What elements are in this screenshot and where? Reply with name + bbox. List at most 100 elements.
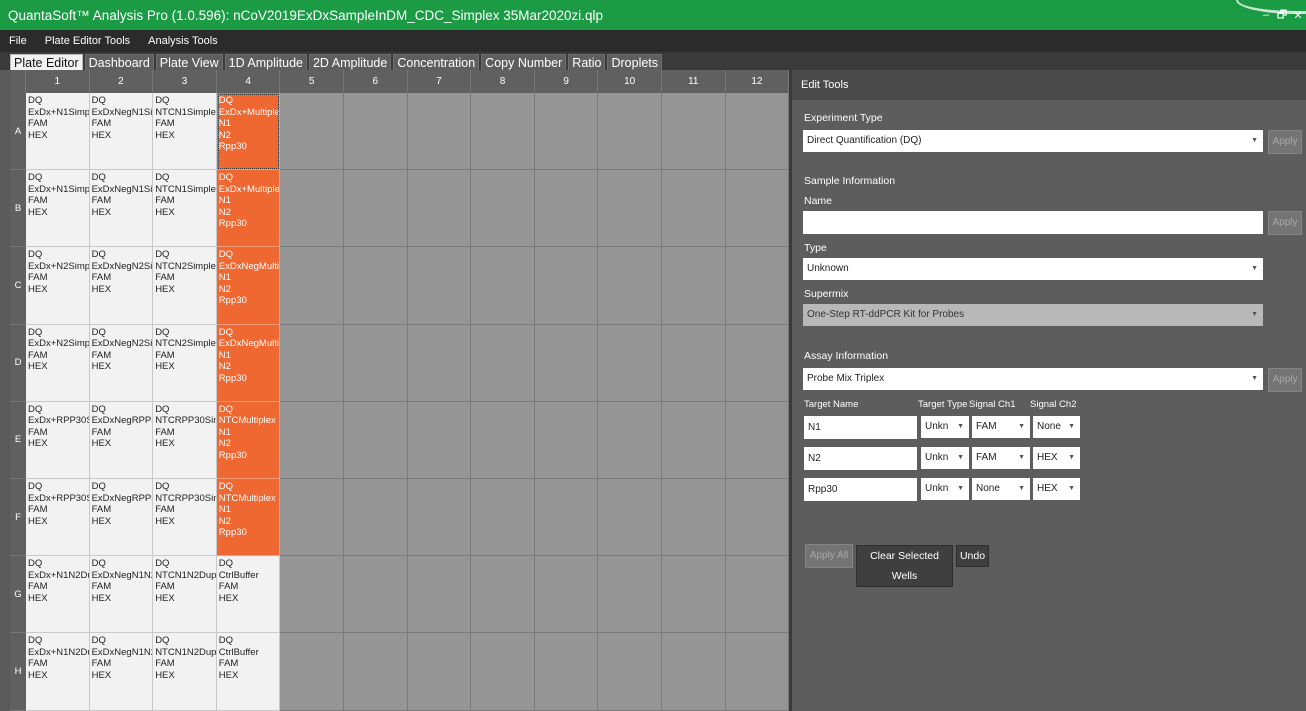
row-header[interactable]: C (10, 247, 26, 325)
plate-well[interactable] (598, 401, 662, 479)
plate-well[interactable] (598, 93, 662, 171)
plate-well[interactable]: DQExDx+RPP30SiiFAMHEX (26, 479, 90, 557)
plate-well[interactable] (534, 479, 599, 557)
plate-well[interactable]: DQ ExDxNegN1Sin FAM HEX (89, 170, 154, 248)
plate-well[interactable] (344, 401, 408, 479)
plate-well[interactable] (471, 401, 535, 479)
plate-well[interactable]: DQ NTCN2Simplex FAM HEX (153, 247, 217, 325)
plate-well[interactable] (725, 93, 790, 171)
plate-well[interactable]: DQNTCRPP30SimpFAMHEX (153, 479, 217, 557)
plate-well[interactable] (280, 247, 344, 325)
row-header[interactable]: B (10, 170, 26, 248)
plate-well[interactable]: DQ NTCN1Simplex FAM HEX (153, 93, 217, 171)
plate-well[interactable] (471, 93, 535, 171)
column-header[interactable]: 11 (662, 70, 726, 93)
tab-dashboard[interactable]: Dashboard (84, 54, 154, 70)
row-header[interactable]: A (10, 93, 26, 171)
tab-plate-editor[interactable]: Plate Editor (10, 54, 83, 70)
signal-ch2-select[interactable]: None ▼ (1033, 416, 1080, 438)
plate-well[interactable] (407, 170, 472, 248)
assay-select[interactable]: Probe Mix Triplex ▼ (803, 368, 1263, 390)
column-header[interactable]: 2 (89, 70, 154, 93)
plate-well[interactable] (598, 170, 662, 248)
tab-concentration[interactable]: Concentration (393, 54, 480, 70)
plate-well[interactable]: DQ CtrlBuffer FAM HEX (216, 556, 281, 634)
row-header[interactable]: G (10, 556, 26, 634)
tab-2d-amplitude[interactable]: 2D Amplitude (308, 54, 392, 70)
plate-well[interactable]: DQ ExDx+N1Simpl FAM HEX (26, 170, 90, 248)
plate-well[interactable] (280, 170, 344, 248)
menu-plate-editor-tools[interactable]: Plate Editor Tools (36, 30, 139, 52)
plate-well[interactable] (662, 93, 726, 171)
plate-well[interactable]: DQ ExDxNegN1N2 FAM HEX (89, 633, 154, 711)
plate-well[interactable] (725, 401, 790, 479)
plate-well[interactable]: DQ ExDx+N1N2Du FAM HEX (26, 633, 90, 711)
plate-well[interactable] (725, 247, 790, 325)
plate-well[interactable]: DQ ExDxNegN1N2 FAM HEX (89, 556, 154, 634)
plate-well[interactable] (471, 247, 535, 325)
plate-well[interactable]: DQ ExDxNegN1Sin FAM HEX (89, 93, 154, 171)
plate-well[interactable] (344, 93, 408, 171)
menu-file[interactable]: File (0, 30, 36, 52)
column-header[interactable]: 7 (407, 70, 472, 93)
target-name-input[interactable]: N2 (804, 447, 917, 470)
plate-well[interactable] (598, 479, 662, 557)
plate-well[interactable] (598, 324, 662, 402)
close-icon[interactable]: ✕ (1290, 9, 1306, 22)
plate-well[interactable] (280, 556, 344, 634)
plate-well[interactable] (471, 324, 535, 402)
plate-well[interactable] (407, 401, 472, 479)
plate-well[interactable]: DQNTCRPP30SimpFAMHEX (153, 401, 217, 479)
column-header[interactable]: 5 (280, 70, 344, 93)
tab-droplets[interactable]: Droplets (607, 54, 663, 70)
signal-ch2-select[interactable]: HEX ▼ (1033, 447, 1080, 469)
target-name-input[interactable]: Rpp30 (804, 478, 917, 501)
plate-well[interactable]: DQExDxNegRPP3(FAMHEX (89, 401, 154, 479)
plate-well[interactable] (471, 633, 535, 711)
plate-well[interactable] (725, 556, 790, 634)
tab-1d-amplitude[interactable]: 1D Amplitude (224, 54, 307, 70)
target-type-select[interactable]: Unkn ▼ (921, 416, 969, 438)
tab-ratio[interactable]: Ratio (568, 54, 606, 70)
plate-well[interactable] (407, 479, 472, 557)
supermix-select[interactable]: One-Step RT-ddPCR Kit for Probes ▼ (803, 304, 1263, 326)
experiment-type-select[interactable]: Direct Quantification (DQ) ▼ (803, 130, 1263, 152)
signal-ch1-select[interactable]: FAM ▼ (972, 447, 1030, 469)
plate-well[interactable] (407, 633, 472, 711)
plate-well[interactable] (280, 479, 344, 557)
clear-selected-wells-button[interactable]: Clear Selected Wells (856, 545, 953, 587)
plate-well[interactable]: DQ ExDx+N1N2Du FAM HEX (26, 556, 90, 634)
plate-well[interactable]: DQ NTCMultiplex N1 N2 Rpp30 (216, 401, 281, 479)
plate-well[interactable] (471, 170, 535, 248)
plate-well[interactable] (725, 170, 790, 248)
plate-well[interactable]: DQ ExDxNegMultip N1 N2 Rpp30 (216, 324, 281, 402)
plate-well[interactable] (344, 247, 408, 325)
plate-well[interactable] (725, 633, 790, 711)
plate-well[interactable] (280, 401, 344, 479)
plate-well[interactable] (407, 556, 472, 634)
plate-well[interactable] (534, 401, 599, 479)
plate-well[interactable] (471, 479, 535, 557)
plate-well[interactable] (344, 556, 408, 634)
plate-well[interactable]: DQ CtrlBuffer FAM HEX (216, 633, 281, 711)
target-name-input[interactable]: N1 (804, 416, 917, 439)
plate-well[interactable] (344, 170, 408, 248)
plate-well[interactable] (662, 633, 726, 711)
plate-well[interactable] (662, 556, 726, 634)
tab-copy-number[interactable]: Copy Number (481, 54, 567, 70)
plate-well[interactable] (534, 170, 599, 248)
undo-button[interactable]: Undo (956, 545, 989, 567)
plate-well[interactable]: DQ NTCN1Simplex FAM HEX (153, 170, 217, 248)
plate-well[interactable]: DQ ExDx+Multiple N1 N2 Rpp30 (216, 170, 281, 248)
plate-well[interactable] (344, 479, 408, 557)
plate-well[interactable] (662, 247, 726, 325)
target-type-select[interactable]: Unkn ▼ (921, 478, 969, 500)
row-header[interactable]: E (10, 401, 26, 479)
plate-corner[interactable] (10, 70, 26, 93)
signal-ch1-select[interactable]: None ▼ (972, 478, 1030, 500)
plate-well[interactable] (662, 170, 726, 248)
plate-well[interactable]: DQ NTCN2Simplex FAM HEX (153, 324, 217, 402)
row-header[interactable]: H (10, 633, 26, 711)
plate-well[interactable] (662, 401, 726, 479)
apply-experiment-button[interactable]: Apply (1268, 130, 1302, 154)
